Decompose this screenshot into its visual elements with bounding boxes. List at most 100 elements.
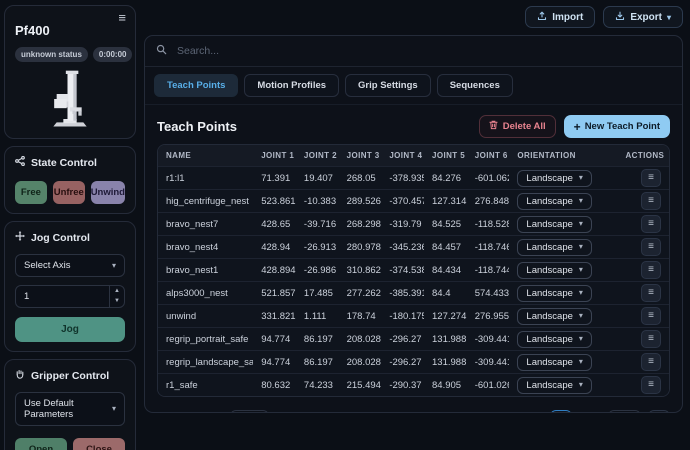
stepper-up-icon[interactable]: ▲ <box>110 286 124 296</box>
cell-joint4: -385.391 <box>381 281 424 304</box>
table-row[interactable]: unwind 331.821 1.111 178.74 -180.175 127… <box>158 304 669 327</box>
orientation-select[interactable]: Landscape ▾ <box>517 377 592 394</box>
plus-icon: + <box>574 121 581 133</box>
cell-joint2: 19.407 <box>296 166 339 189</box>
number-stepper: ▲ ▼ <box>109 286 124 307</box>
jog-distance-field: ▲ ▼ <box>15 285 125 308</box>
orientation-select[interactable]: Landscape ▾ <box>517 285 592 302</box>
cell-joint3: 277.262 <box>339 281 382 304</box>
cell-orientation: Landscape ▾ <box>509 166 617 189</box>
gripper-control-card: Gripper Control Use Default Parameters ▾… <box>4 359 136 450</box>
row-actions-button[interactable]: ≡ <box>641 353 661 371</box>
chevron-down-icon: ▾ <box>579 266 583 274</box>
export-button[interactable]: Export ▾ <box>603 6 683 28</box>
download-icon <box>615 11 625 24</box>
gripper-params-select[interactable]: Use Default Parameters ▾ <box>15 392 125 426</box>
import-button[interactable]: Import <box>525 6 595 28</box>
chevron-down-icon: ▾ <box>667 13 671 22</box>
table-row[interactable]: bravo_nest1 428.894 -26.986 310.862 -374… <box>158 258 669 281</box>
chevron-down-icon: ▾ <box>579 381 583 389</box>
cell-joint5: 84.434 <box>424 258 467 281</box>
orientation-select[interactable]: Landscape ▾ <box>517 193 592 210</box>
new-teach-point-label: New Teach Point <box>585 121 660 132</box>
tab[interactable]: Teach Points <box>154 74 238 97</box>
row-actions-button[interactable]: ≡ <box>641 330 661 348</box>
row-actions-button[interactable]: ≡ <box>641 376 661 394</box>
row-actions-button[interactable]: ≡ <box>641 238 661 256</box>
jog-control-title: Jog Control <box>31 232 90 244</box>
row-actions-button[interactable]: ≡ <box>641 284 661 302</box>
new-teach-point-button[interactable]: + New Teach Point <box>564 115 670 138</box>
tab[interactable]: Grip Settings <box>345 74 431 97</box>
upload-icon <box>537 11 547 24</box>
cell-actions: ≡ <box>617 258 669 281</box>
table-row[interactable]: r1:l1 71.391 19.407 268.05 -378.935 84.2… <box>158 166 669 189</box>
jog-distance-input[interactable] <box>16 286 109 307</box>
cell-name: bravo_nest1 <box>158 258 253 281</box>
orientation-select[interactable]: Landscape ▾ <box>517 216 592 233</box>
orientation-value: Landscape <box>526 334 572 345</box>
cell-name: alps3000_nest <box>158 281 253 304</box>
table-row[interactable]: regrip_portrait_safe 94.774 86.197 208.0… <box>158 327 669 350</box>
orientation-select[interactable]: Landscape ▾ <box>517 170 592 187</box>
row-actions-button[interactable]: ≡ <box>641 192 661 210</box>
cell-joint5: 84.905 <box>424 373 467 396</box>
orientation-select[interactable]: Landscape ▾ <box>517 331 592 348</box>
unfree-button[interactable]: Unfree <box>53 181 85 204</box>
cell-joint2: 17.485 <box>296 281 339 304</box>
sidebar: ≡ Pf400 unknown status 0:00:00 <box>0 0 136 450</box>
next-page-button[interactable]: › <box>648 410 670 414</box>
gripper-open-button[interactable]: Open <box>15 438 67 450</box>
delete-all-button[interactable]: Delete All <box>479 115 556 138</box>
search-input[interactable] <box>175 44 671 58</box>
table-row[interactable]: bravo_nest7 428.65 -39.716 268.298 -319.… <box>158 212 669 235</box>
gripper-params-value: Use Default Parameters <box>24 398 106 420</box>
tab[interactable]: Motion Profiles <box>244 74 339 97</box>
orientation-select[interactable]: Landscape ▾ <box>517 239 592 256</box>
row-actions-button[interactable]: ≡ <box>641 261 661 279</box>
axis-select[interactable]: Select Axis ▾ <box>15 254 125 277</box>
cell-name: unwind <box>158 304 253 327</box>
cell-orientation: Landscape ▾ <box>509 235 617 258</box>
items-per-page-select[interactable]: 10 ▾ <box>230 410 269 414</box>
row-actions-button[interactable]: ≡ <box>641 215 661 233</box>
orientation-select[interactable]: Landscape ▾ <box>517 354 592 371</box>
previous-page-button[interactable]: ‹ <box>550 410 572 414</box>
cell-joint4: -319.79 <box>381 212 424 235</box>
gripper-close-button[interactable]: Close <box>73 438 125 450</box>
table-row[interactable]: alps3000_nest 521.857 17.485 277.262 -38… <box>158 281 669 304</box>
cell-orientation: Landscape ▾ <box>509 327 617 350</box>
unwind-button[interactable]: Unwind <box>91 181 125 204</box>
tab[interactable]: Sequences <box>437 74 513 97</box>
cell-joint5: 127.314 <box>424 189 467 212</box>
cell-joint5: 84.525 <box>424 212 467 235</box>
table-row[interactable]: regrip_landscape_safe 94.774 86.197 208.… <box>158 350 669 373</box>
cell-name: bravo_nest7 <box>158 212 253 235</box>
row-actions-button[interactable]: ≡ <box>641 169 661 187</box>
table-row[interactable]: r1_safe 80.632 74.233 215.494 -290.37 84… <box>158 373 669 396</box>
cell-joint2: -26.913 <box>296 235 339 258</box>
cell-joint4: -370.457 <box>381 189 424 212</box>
cell-joint3: 208.028 <box>339 350 382 373</box>
cell-actions: ≡ <box>617 304 669 327</box>
cell-joint6: 276.955 <box>467 304 510 327</box>
row-actions-button[interactable]: ≡ <box>641 307 661 325</box>
cell-joint4: -345.236 <box>381 235 424 258</box>
table-row[interactable]: hig_centrifuge_nest 523.861 -10.383 289.… <box>158 189 669 212</box>
cell-orientation: Landscape ▾ <box>509 281 617 304</box>
orientation-select[interactable]: Landscape ▾ <box>517 262 592 279</box>
table-row[interactable]: bravo_nest4 428.94 -26.913 280.978 -345.… <box>158 235 669 258</box>
orientation-select[interactable]: Landscape ▾ <box>517 308 592 325</box>
orientation-value: Landscape <box>526 196 572 207</box>
stepper-down-icon[interactable]: ▼ <box>110 296 124 306</box>
robot-title: Pf400 <box>15 23 125 38</box>
hamburger-menu-icon[interactable]: ≡ <box>118 11 126 24</box>
free-button[interactable]: Free <box>15 181 47 204</box>
cell-joint4: -378.935 <box>381 166 424 189</box>
cell-joint2: 86.197 <box>296 327 339 350</box>
cell-joint4: -296.27 <box>381 350 424 373</box>
cell-joint3: 280.978 <box>339 235 382 258</box>
jog-button[interactable]: Jog <box>15 317 125 342</box>
page-title: Teach Points <box>157 119 237 134</box>
page-select[interactable]: 2 ▾ <box>608 410 641 414</box>
